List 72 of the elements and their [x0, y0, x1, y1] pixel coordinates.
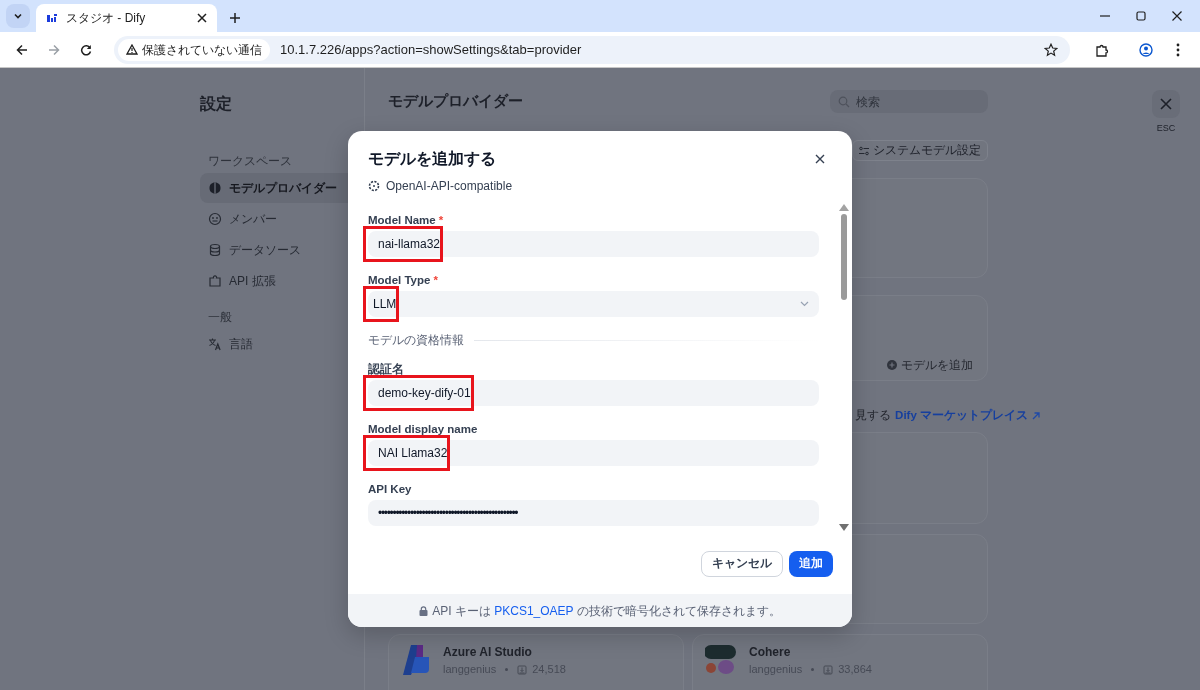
field-label: API Key [368, 483, 412, 495]
page-title: モデルプロバイダー [388, 91, 523, 112]
puzzle-icon [1095, 42, 1109, 57]
reload-icon [80, 43, 92, 56]
encryption-note: API キーは PKCS1_OAEP の技術で暗号化されて保存されます。 [432, 602, 781, 620]
sidebar-item[interactable]: データソース [200, 235, 356, 265]
shortcut-hint: ESC [1156, 122, 1176, 135]
field-label: Model Type [368, 274, 431, 286]
warning-icon [126, 44, 138, 55]
database-icon [208, 243, 222, 257]
sliders-icon [859, 145, 869, 156]
encryption-link[interactable]: PKCS1_OAEP [494, 603, 574, 618]
plus-circle-icon [887, 360, 897, 371]
input-field[interactable]: demo-key-dify-01 [368, 380, 819, 406]
required-mark: * [438, 214, 444, 226]
marketplace-text: 見する [855, 408, 892, 423]
external-arrow-icon [1032, 411, 1040, 420]
sidebar-item[interactable]: 言語 [200, 329, 356, 359]
cohere-logo [705, 643, 737, 676]
maximize-icon[interactable] [1136, 11, 1146, 21]
scrollbar-thumb[interactable] [841, 214, 847, 300]
forward-arrow-icon [48, 43, 60, 56]
favicon-icon [46, 13, 58, 23]
azure-logo [401, 643, 431, 676]
provider-name: OpenAI-API-compatible [386, 177, 513, 195]
settings-title: 設定 [200, 94, 233, 114]
add-button[interactable]: 追加 [789, 550, 833, 577]
field-label: 認証名 [368, 363, 404, 375]
close-icon[interactable] [1172, 11, 1182, 21]
caret-icon [13, 11, 23, 21]
dialog-title: モデルを追加する [368, 150, 496, 168]
separator-dot [811, 668, 815, 671]
tab-title: スタジオ - Dify [66, 10, 147, 27]
section-heading: ワークスペース [208, 154, 293, 168]
browser-tab[interactable]: スタジオ - Dify [36, 4, 217, 32]
field-label: Model Name [368, 214, 436, 226]
field-label: Model display name [368, 423, 478, 435]
close-icon [1160, 98, 1172, 110]
star-icon[interactable] [1044, 42, 1058, 57]
section-label: モデルの資格情報 [368, 332, 464, 349]
install-icon [823, 664, 834, 675]
dotted-circle-icon [368, 179, 380, 192]
security-chip[interactable]: 保護されていない通信 [118, 38, 270, 61]
plus-icon[interactable] [229, 12, 241, 24]
cancel-button[interactable]: キャンセル [701, 550, 783, 577]
separator-dot [505, 668, 509, 671]
select-field[interactable]: LLM [368, 291, 819, 317]
brain-icon [208, 181, 222, 195]
input-field[interactable]: •••••••••••••••••••••••••••••••••••••••••••••••• [368, 500, 819, 526]
face-icon [208, 212, 222, 226]
kebab-menu-icon [1176, 42, 1180, 57]
close-icon[interactable] [197, 13, 207, 23]
lock-icon [419, 605, 429, 616]
chevron-down-icon [800, 301, 809, 307]
close-icon [815, 154, 825, 164]
provider-name: Cohere [749, 644, 792, 662]
sidebar-item[interactable]: メンバー [200, 204, 356, 234]
add-model-link[interactable]: モデルを追加 [887, 356, 973, 374]
puzzle-icon [208, 274, 222, 288]
install-icon [517, 664, 528, 675]
provider-name: Azure AI Studio [443, 644, 533, 662]
sidebar-item[interactable]: API 拡張 [200, 266, 356, 296]
url-text[interactable]: 10.1.7.226/apps?action=showSettings&tab=provider [280, 39, 1034, 60]
search-icon [838, 95, 850, 108]
back-arrow-icon [16, 43, 28, 56]
required-mark: * [433, 274, 438, 286]
translate-icon [208, 337, 222, 351]
avatar-icon [1139, 42, 1153, 57]
input-field[interactable]: nai-llama32 [368, 231, 819, 257]
tab-search-button[interactable] [6, 4, 30, 28]
system-model-button[interactable]: システムモデル設定 [852, 140, 988, 161]
input-field[interactable]: NAI Llama32 [368, 440, 819, 466]
